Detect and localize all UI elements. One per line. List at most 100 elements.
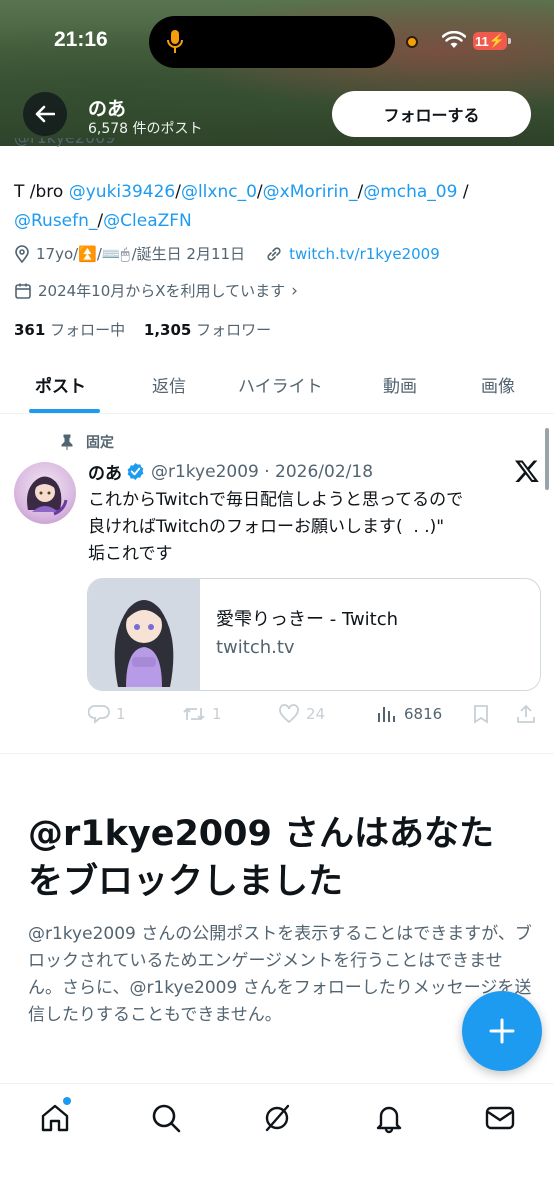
bio-mention[interactable]: @Rusefn_ xyxy=(14,211,97,231)
header-post-count: 6,578 件のポスト xyxy=(88,121,203,137)
pinned-label-row: 固定 xyxy=(60,432,114,452)
bio-prefix: T /bro xyxy=(14,182,69,202)
divider xyxy=(0,753,554,754)
mail-icon xyxy=(485,1106,515,1130)
views-button[interactable]: 6816 xyxy=(376,704,442,724)
bio-mention[interactable]: @CleaZFN xyxy=(103,211,192,231)
bio-mention[interactable]: @llxnc_0 xyxy=(181,182,257,202)
profile-tabs: ポスト 返信 ハイライト 動画 画像 xyxy=(0,356,554,414)
blocked-description: @r1kye2009 さんの公開ポストを表示することはできますが、ブロックされて… xyxy=(28,924,532,1025)
like-count: 24 xyxy=(306,705,326,723)
link-card-thumbnail xyxy=(88,579,200,690)
following-link[interactable]: 361 フォロー中 xyxy=(14,321,125,339)
post-text-line: 垢これです xyxy=(88,544,173,564)
bottom-navigation xyxy=(0,1083,554,1200)
repost-icon xyxy=(183,708,205,720)
pin-icon xyxy=(61,434,73,450)
charging-icon: ⚡ xyxy=(488,33,505,48)
reply-button[interactable]: 1 xyxy=(88,704,126,724)
verified-badge-icon xyxy=(127,462,144,481)
nav-notifications[interactable] xyxy=(373,1102,405,1138)
arrow-left-icon xyxy=(35,105,55,123)
heart-icon xyxy=(279,704,299,724)
bio-mention[interactable]: @mcha_09 xyxy=(363,182,457,202)
followers-count: 1,305 xyxy=(143,321,192,339)
views-chart-icon xyxy=(378,707,395,722)
search-icon xyxy=(152,1104,181,1133)
tab-images[interactable]: 画像 xyxy=(481,372,515,397)
bell-icon xyxy=(376,1106,402,1134)
bio-mention[interactable]: @yuki39426 xyxy=(69,182,175,202)
profile-handle: @r1kye2009 xyxy=(14,138,115,148)
repost-button[interactable]: 1 xyxy=(182,704,222,724)
follow-button[interactable]: フォローする xyxy=(332,91,531,137)
grok-icon xyxy=(265,1104,290,1132)
plus-icon xyxy=(489,1018,515,1044)
location-pin-icon xyxy=(15,244,29,263)
view-count: 6816 xyxy=(404,705,443,723)
x-logo-icon xyxy=(514,460,539,483)
scrollbar[interactable] xyxy=(545,428,549,490)
nav-grok[interactable] xyxy=(261,1102,293,1138)
card-character-illustration xyxy=(114,600,174,687)
nav-home[interactable] xyxy=(39,1102,71,1138)
wifi-icon xyxy=(442,31,466,48)
mic-indicator-dot xyxy=(406,36,418,48)
followers-link[interactable]: 1,305 フォロワー xyxy=(144,321,271,339)
link-icon xyxy=(267,246,281,261)
calendar-icon xyxy=(15,283,31,299)
microphone-icon xyxy=(167,30,183,53)
repost-count: 1 xyxy=(212,705,222,723)
tab-highlights[interactable]: ハイライト xyxy=(238,372,323,397)
reply-count: 1 xyxy=(116,705,126,723)
tab-replies[interactable]: 返信 xyxy=(152,372,186,397)
profile-meta-row: 17yo/⏫/⌨️🖱 /誕生日 2月11日 twitch.tv/r1kye200… xyxy=(14,243,440,264)
blocked-title: @r1kye2009 さんはあなたをブロックしました xyxy=(28,814,495,902)
chevron-right-icon: › xyxy=(291,280,298,301)
share-button[interactable] xyxy=(516,704,536,724)
post-author-name[interactable]: のあ xyxy=(88,459,122,484)
like-button[interactable]: 24 xyxy=(278,704,325,724)
post-header: のあ @r1kye2009 · 2026/02/18 xyxy=(88,459,374,485)
avatar-illustration xyxy=(27,476,68,516)
reply-icon xyxy=(88,705,110,724)
post-handle-date: @r1kye2009 · 2026/02/18 xyxy=(151,461,374,482)
home-notification-dot xyxy=(63,1097,71,1105)
profile-birthday: /誕生日 2月11日 xyxy=(131,245,246,263)
nav-messages[interactable] xyxy=(484,1102,516,1138)
profile-location: 17yo/⏫/⌨️🖱 xyxy=(36,244,130,263)
battery-indicator: 11 ⚡ xyxy=(473,32,511,50)
link-card[interactable]: 愛雫りっきー - Twitch twitch.tv xyxy=(87,578,541,691)
back-button[interactable] xyxy=(23,92,67,136)
following-count: 361 xyxy=(14,321,46,339)
pinned-label: 固定 xyxy=(86,435,114,451)
post-text-line: 良ければTwitchのフォローお願いします( . .)" xyxy=(88,517,445,537)
battery-level: 11 xyxy=(475,33,489,49)
status-time: 21:16 xyxy=(54,28,108,51)
bio-separator: / xyxy=(462,182,469,202)
profile-joined-row[interactable]: 2024年10月からXを利用しています › xyxy=(14,280,298,301)
compose-post-button[interactable] xyxy=(462,991,542,1071)
link-card-title: 愛雫りっきー - Twitch xyxy=(216,609,399,630)
post-text: これからTwitchで毎日配信しようと思ってるので 良ければTwitchのフォロ… xyxy=(88,487,538,568)
profile-bio: T /bro @yuki39426/@llxnc_0/@xMoririn_/@m… xyxy=(14,178,544,236)
tab-videos[interactable]: 動画 xyxy=(383,372,417,397)
follow-stats: 361 フォロー中 1,305 フォロワー xyxy=(14,319,271,340)
following-label: フォロー中 xyxy=(50,321,126,339)
share-icon xyxy=(517,705,535,723)
bio-mention[interactable]: @xMoririn_ xyxy=(263,182,358,202)
header-name: のあ xyxy=(88,98,127,120)
link-card-domain: twitch.tv xyxy=(216,637,295,658)
post-text-line: これからTwitchで毎日配信しようと思ってるので xyxy=(88,490,464,510)
bookmark-icon xyxy=(474,705,488,724)
tab-posts[interactable]: ポスト xyxy=(35,372,86,397)
post-actions: 1 1 24 6816 xyxy=(88,704,538,726)
post-avatar[interactable] xyxy=(14,462,76,524)
home-icon xyxy=(41,1104,69,1132)
active-tab-indicator xyxy=(29,409,100,413)
profile-joined-date: 2024年10月からXを利用しています xyxy=(38,282,286,300)
profile-website-link[interactable]: twitch.tv/r1kye2009 xyxy=(289,245,440,263)
bookmark-button[interactable] xyxy=(472,704,490,724)
followers-label: フォロワー xyxy=(196,321,272,339)
nav-search[interactable] xyxy=(150,1102,182,1138)
